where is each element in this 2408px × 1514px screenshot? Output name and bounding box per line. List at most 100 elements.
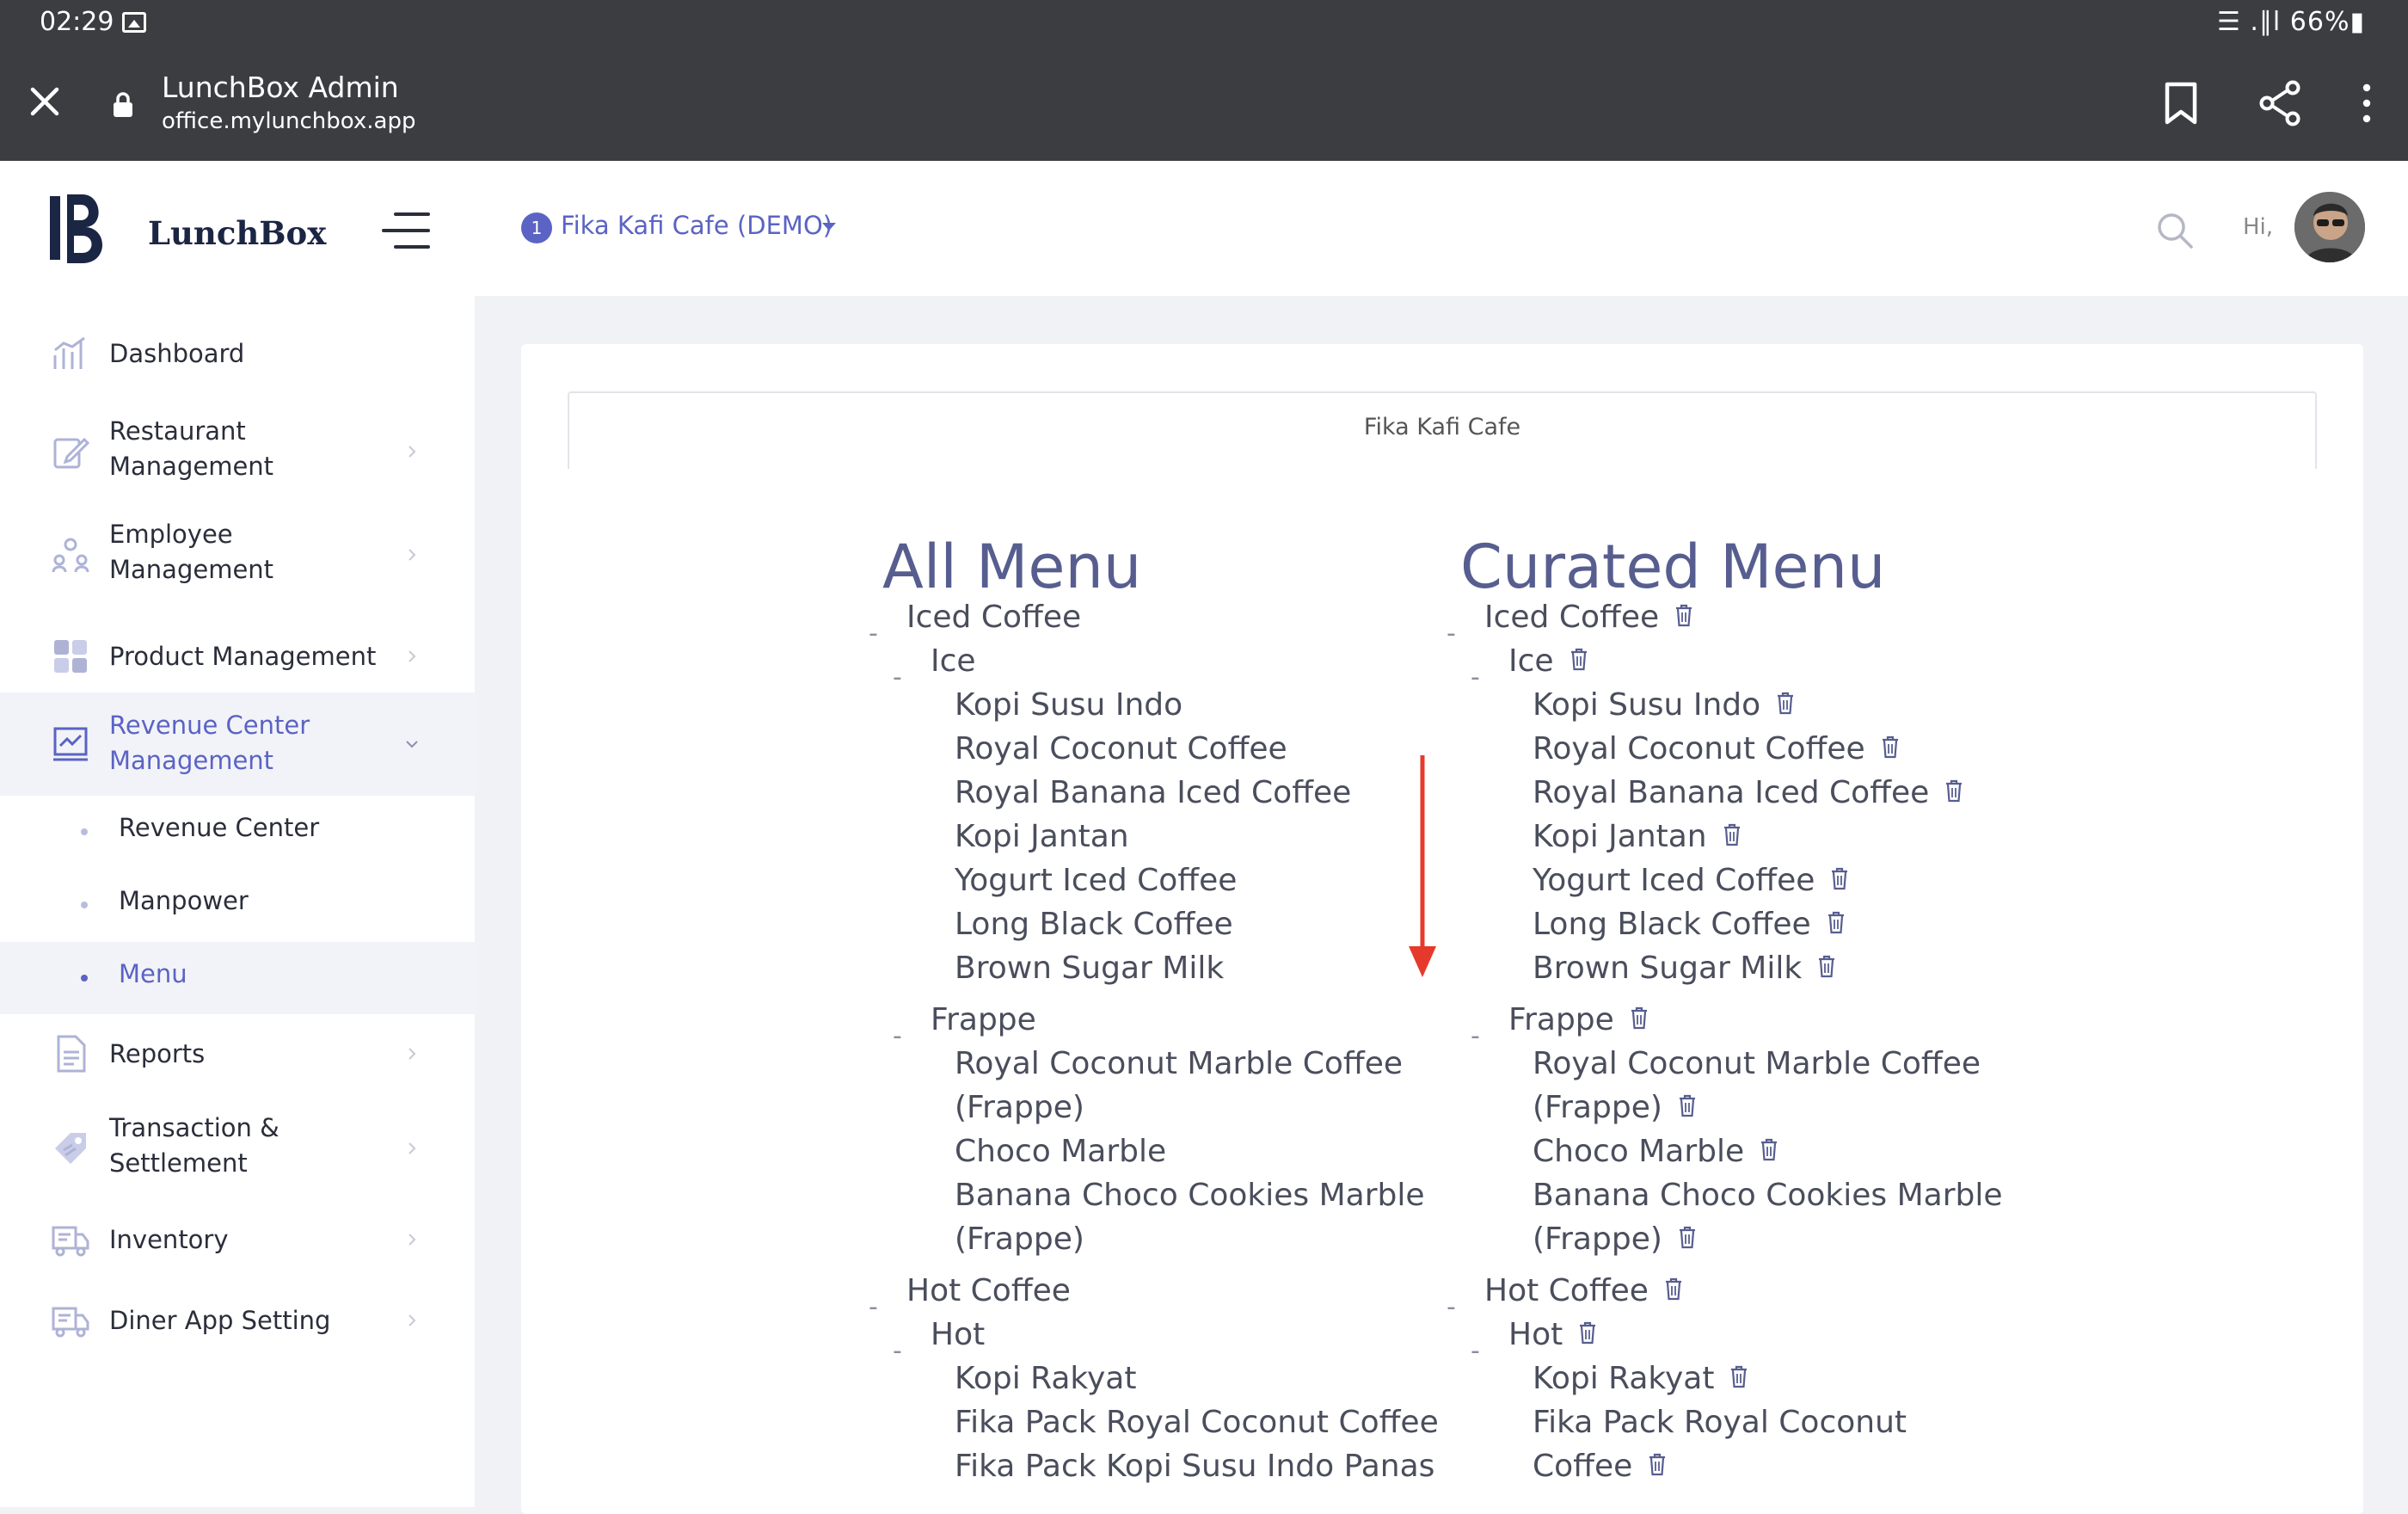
menu-line-label: (Frappe) — [955, 1090, 1084, 1125]
sidebar-item-restaurant-management[interactable]: Restaurant Management — [0, 410, 475, 493]
menu-line-label: Hot — [1508, 1317, 1563, 1352]
menu-item[interactable]: Fika Pack Kopi Susu Indo Panas — [955, 1445, 1434, 1488]
bookmark-icon[interactable] — [2155, 77, 2207, 129]
menu-item[interactable]: Coffee — [1533, 1445, 1667, 1488]
page-url[interactable]: office.mylunchbox.app — [162, 108, 415, 134]
menu-item[interactable]: Long Black Coffee — [1533, 903, 1846, 946]
trash-icon[interactable] — [1664, 1277, 1683, 1301]
menu-item[interactable]: Kopi Jantan — [1533, 815, 1742, 859]
menu-item[interactable]: (Frappe) — [1533, 1086, 1697, 1129]
sidebar-subitem-manpower[interactable]: Manpower — [0, 869, 475, 941]
menu-item[interactable]: Fika Pack Royal Coconut Coffee — [955, 1401, 1439, 1444]
menu-item[interactable]: Kopi Susu Indo — [1533, 684, 1795, 727]
caret-down-icon[interactable] — [822, 223, 836, 231]
trash-icon[interactable] — [1630, 1006, 1649, 1030]
menu-item[interactable]: Brown Sugar Milk — [955, 947, 1224, 990]
trash-icon[interactable] — [1776, 691, 1795, 715]
menu-item[interactable]: Kopi Susu Indo — [955, 684, 1182, 727]
trash-icon[interactable] — [1827, 910, 1846, 934]
bullet-icon — [81, 902, 88, 908]
sidebar-item-dashboard[interactable]: Dashboard — [0, 329, 475, 378]
menu-item[interactable]: Yogurt Iced Coffee — [955, 859, 1237, 902]
menu-line-label: (Frappe) — [1533, 1222, 1662, 1257]
menu-category[interactable]: Hot Coffee — [906, 1270, 1071, 1313]
menu-line-label: Yogurt Iced Coffee — [1533, 863, 1815, 898]
tree-dash: - — [1471, 1336, 1480, 1366]
menu-subcategory[interactable]: Ice — [1508, 640, 1588, 683]
menu-item[interactable]: Kopi Rakyat — [955, 1357, 1136, 1400]
menu-category[interactable]: Hot Coffee — [1484, 1270, 1683, 1313]
menu-item[interactable]: Long Black Coffee — [955, 903, 1233, 946]
trash-icon[interactable] — [1723, 822, 1742, 846]
menu-item[interactable]: Royal Coconut Coffee — [1533, 728, 1900, 771]
menu-item[interactable]: Royal Banana Iced Coffee — [955, 772, 1351, 815]
menu-subcategory[interactable]: Ice — [931, 640, 976, 683]
menu-item[interactable]: Brown Sugar Milk — [1533, 947, 1836, 990]
chevron-down-icon — [406, 741, 418, 748]
trash-icon[interactable] — [1678, 1093, 1697, 1117]
menu-subcategory[interactable]: Hot — [1508, 1314, 1597, 1357]
menu-item[interactable]: Royal Coconut Coffee — [955, 728, 1287, 771]
menu-item[interactable]: Royal Coconut Marble Coffee — [1533, 1043, 1981, 1086]
avatar[interactable] — [2294, 192, 2365, 262]
menu-item[interactable]: Royal Coconut Marble Coffee — [955, 1043, 1403, 1086]
share-icon[interactable] — [2255, 77, 2307, 129]
menu-item[interactable]: Kopi Rakyat — [1533, 1357, 1748, 1400]
menu-subcategory[interactable]: Frappe — [931, 999, 1036, 1042]
menu-item[interactable]: Banana Choco Cookies Marble — [1533, 1174, 2003, 1217]
sidebar-item-employee-management[interactable]: Employee Management — [0, 514, 475, 596]
trash-icon[interactable] — [1678, 1225, 1697, 1249]
menu-subcategory[interactable]: Frappe — [1508, 999, 1649, 1042]
more-options-icon[interactable] — [2341, 77, 2393, 129]
trash-icon[interactable] — [1881, 735, 1900, 759]
sidebar-item-revenue-center-management[interactable]: Revenue Center Management — [0, 692, 475, 796]
trash-icon[interactable] — [1817, 954, 1836, 978]
menu-item[interactable]: Yogurt Iced Coffee — [1533, 859, 1849, 902]
menu-category[interactable]: Iced Coffee — [906, 596, 1081, 639]
trash-icon[interactable] — [1760, 1137, 1778, 1161]
menu-line-label: Brown Sugar Milk — [1533, 951, 1803, 986]
menu-item[interactable]: Choco Marble — [955, 1130, 1166, 1173]
menu-line-label: Choco Marble — [955, 1134, 1167, 1169]
close-icon[interactable] — [26, 83, 64, 120]
trash-icon[interactable] — [1729, 1364, 1748, 1388]
trash-icon[interactable] — [1944, 779, 1963, 803]
tree-dash: - — [1471, 662, 1480, 692]
menu-category[interactable]: Iced Coffee — [1484, 596, 1693, 639]
sidebar-item-reports[interactable]: Reports — [0, 1030, 475, 1078]
menu-item[interactable]: Fika Pack Royal Coconut — [1533, 1401, 1907, 1444]
tree-dash: - — [893, 1021, 902, 1051]
menu-item[interactable]: (Frappe) — [955, 1218, 1084, 1261]
menu-item[interactable]: Royal Banana Iced Coffee — [1533, 772, 1963, 815]
menu-item[interactable]: (Frappe) — [955, 1086, 1084, 1129]
trash-icon[interactable] — [1674, 603, 1693, 627]
menu-item[interactable]: (Frappe) — [1533, 1218, 1697, 1261]
menu-line-label: Frappe — [931, 1002, 1036, 1037]
tab-fika-kafi-cafe[interactable]: Fika Kafi Cafe — [568, 391, 2317, 469]
sidebar-subitem-menu[interactable]: Menu — [0, 942, 475, 1014]
trash-icon[interactable] — [1830, 866, 1849, 890]
trash-icon[interactable] — [1578, 1320, 1597, 1345]
menu-toggle-icon[interactable] — [380, 211, 432, 250]
sidebar-item-product-management[interactable]: Product Management — [0, 632, 475, 680]
menu-item[interactable]: Kopi Jantan — [955, 815, 1129, 859]
sidebar-item-label: Dashboard — [109, 339, 245, 368]
search-icon[interactable] — [2155, 211, 2195, 250]
trash-icon[interactable] — [1648, 1452, 1667, 1476]
sidebar-item-diner-app-setting[interactable]: Diner App Setting — [0, 1296, 475, 1345]
lock-icon — [114, 92, 132, 117]
sidebar-item-inventory[interactable]: Inventory — [0, 1216, 475, 1264]
status-indicators: ☰ .∥l 66%▮ — [2216, 7, 2365, 37]
greeting: Hi, — [2243, 214, 2274, 240]
sidebar-subitem-revenue-center[interactable]: Revenue Center — [0, 796, 475, 868]
menu-item[interactable]: Banana Choco Cookies Marble — [955, 1174, 1425, 1217]
trash-icon[interactable] — [1570, 647, 1588, 671]
menu-line-label: Kopi Jantan — [1533, 819, 1707, 854]
store-selector[interactable]: Fika Kafi Cafe (DEMO) — [561, 211, 832, 240]
sidebar: LunchBox Dashboard Restaurant Management… — [0, 161, 475, 1507]
sidebar-item-transaction-settlement[interactable]: Transaction & Settlement — [0, 1107, 475, 1190]
menu-subcategory[interactable]: Hot — [931, 1314, 985, 1357]
content-card: Fika Kafi Cafe All Menu - Iced Coffee - Ice… — [521, 344, 2363, 1514]
chevron-right-icon — [408, 1142, 416, 1154]
menu-item[interactable]: Choco Marble — [1533, 1130, 1778, 1173]
